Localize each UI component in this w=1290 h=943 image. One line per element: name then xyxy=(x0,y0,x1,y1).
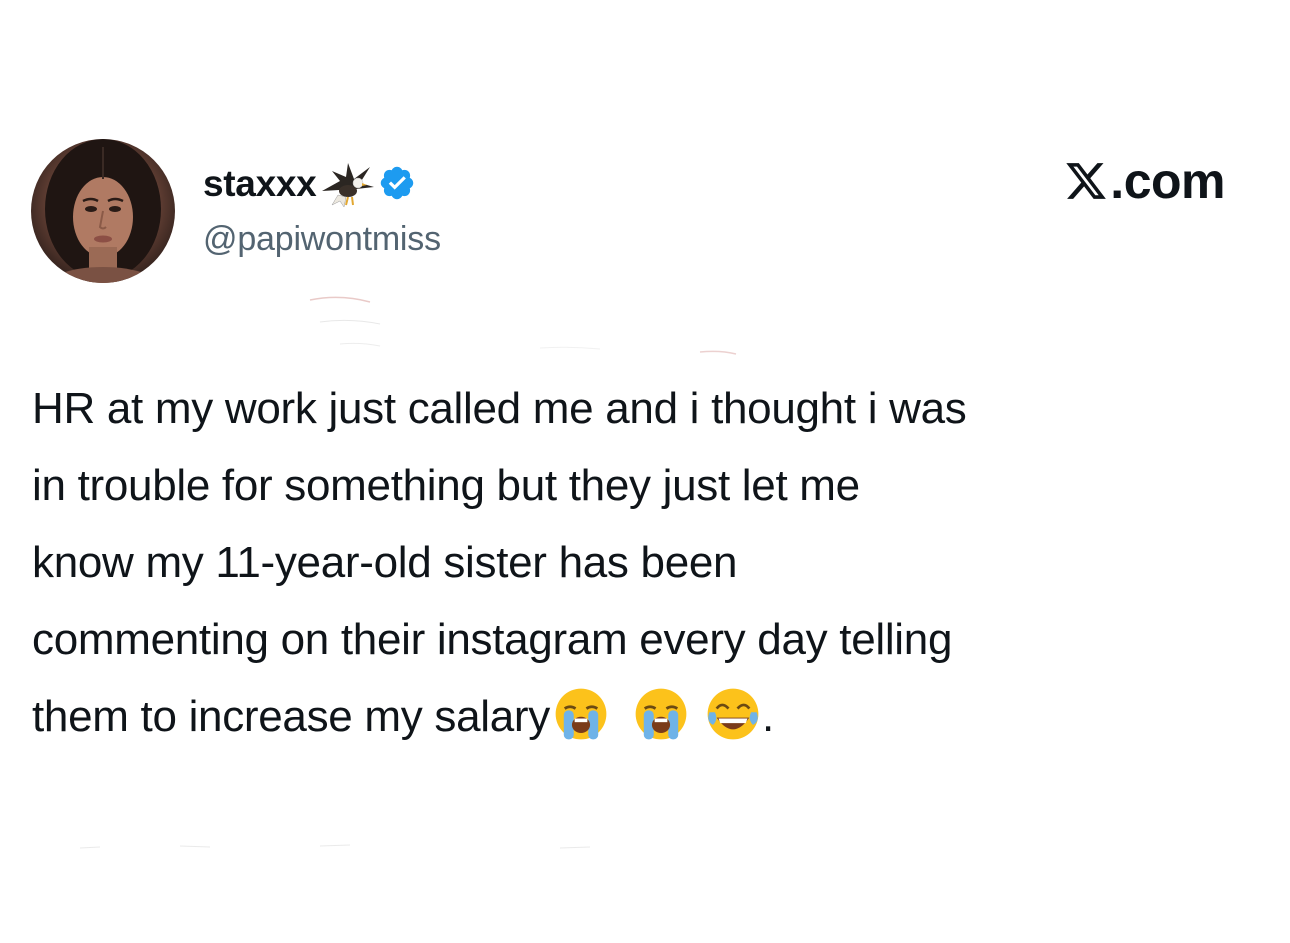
author-handle[interactable]: @papiwontmiss xyxy=(203,222,441,256)
tweet-text-last-line: them to increase my salary . xyxy=(32,678,1262,755)
display-name[interactable]: staxxx xyxy=(203,165,317,202)
site-domain: .com xyxy=(1110,153,1225,209)
author-name-row[interactable]: staxxx xyxy=(203,160,416,208)
loudly-crying-face-icon xyxy=(555,688,607,740)
tweet-text-line: them to increase my salary xyxy=(32,692,550,741)
tweet-text-line: commenting on their instagram every day … xyxy=(32,615,953,664)
tweet-text-line: in trouble for something but they just l… xyxy=(32,461,860,510)
eagle-icon xyxy=(322,163,375,208)
bottom-specks xyxy=(79,844,591,849)
scratch-marks xyxy=(309,296,737,355)
loudly-crying-face-icon xyxy=(635,688,687,740)
avatar[interactable] xyxy=(31,139,175,283)
tweet-text-line: HR at my work just called me and i thoug… xyxy=(32,384,967,433)
face-with-tears-of-joy-icon xyxy=(707,688,759,740)
site-label: .com xyxy=(1064,156,1225,206)
tweet-text-line: know my 11-year-old sister has been xyxy=(32,538,738,587)
avatar-image xyxy=(45,139,161,283)
trailing-punctuation: . xyxy=(761,692,774,741)
x-logo-icon xyxy=(1066,163,1107,199)
tweet-card: staxxx @papiwontmiss .com HR at my work … xyxy=(0,0,1290,943)
tweet-text: HR at my work just called me and i thoug… xyxy=(32,370,1262,755)
verified-badge-icon xyxy=(381,166,414,200)
